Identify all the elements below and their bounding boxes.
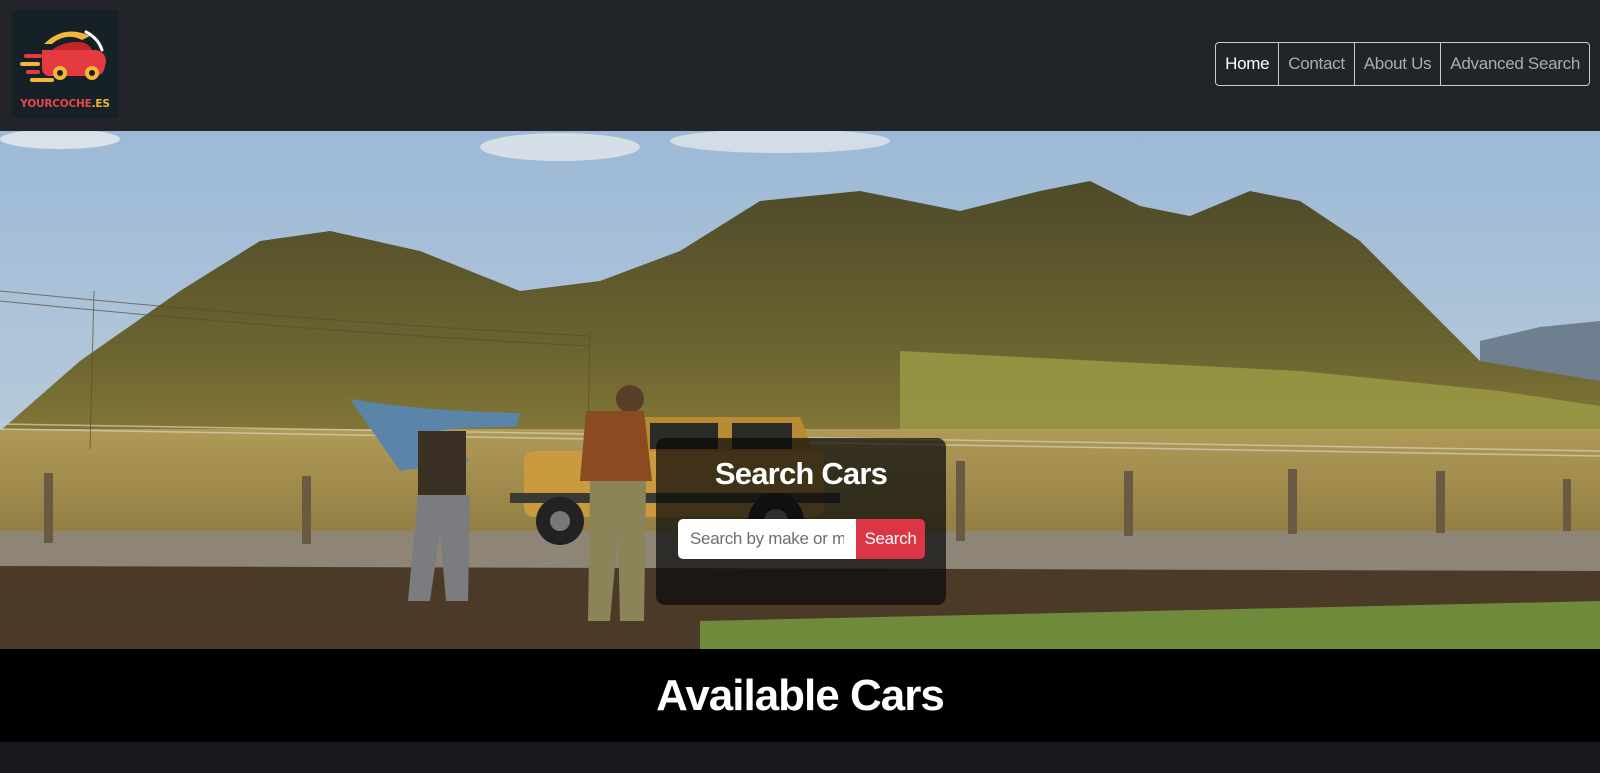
search-panel-title: Search Cars [714, 456, 888, 491]
main-nav: Home Contact About Us Advanced Search [1215, 42, 1590, 86]
hero-banner: Search Cars Search [0, 131, 1600, 649]
nav-home-link[interactable]: Home [1216, 43, 1280, 85]
nav-about-link[interactable]: About Us [1355, 43, 1442, 85]
brand-logo[interactable]: YOURCOCHE.ES [12, 10, 118, 118]
brand-wordmark-main: YOURCOCHE [20, 98, 92, 110]
content-area [0, 742, 1600, 773]
nav-contact-link[interactable]: Contact [1279, 43, 1355, 85]
available-cars-section: Available Cars [0, 649, 1600, 742]
brand-wordmark-tld: .ES [91, 98, 110, 110]
search-panel: Search Cars Search [656, 438, 946, 605]
search-input[interactable] [678, 519, 856, 559]
nav-advanced-search-link[interactable]: Advanced Search [1441, 43, 1589, 85]
car-speed-icon [20, 30, 106, 82]
available-cars-heading: Available Cars [656, 671, 945, 720]
top-navbar: YOURCOCHE.ES Home Contact About Us Advan… [0, 0, 1600, 131]
brand-wordmark: YOURCOCHE.ES [12, 98, 118, 110]
search-button[interactable]: Search [856, 519, 925, 559]
